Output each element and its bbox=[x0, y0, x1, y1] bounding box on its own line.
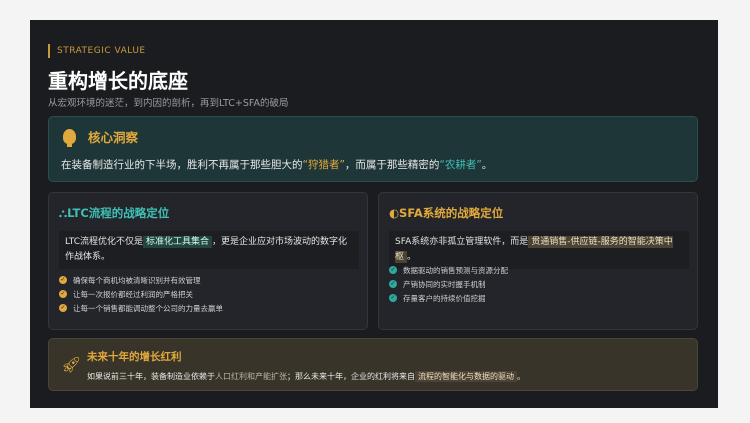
check-icon: ✓ bbox=[59, 276, 67, 284]
bonus-title: 未来十年的增长红利 bbox=[87, 351, 182, 363]
check-icon: ✓ bbox=[389, 294, 397, 302]
bonus-text-c: 。 bbox=[517, 372, 525, 381]
page-title: 重构增长的底座 bbox=[48, 69, 188, 93]
item-text: 确保每个商机均被清晰识别并有效管理 bbox=[73, 275, 201, 285]
ltc-card: ⛬LTC流程的战略定位 LTC流程优化不仅是 标准化工具集合 ，更是企业应对市场波动… bbox=[48, 192, 368, 330]
insight-farmer: “农耕者” bbox=[439, 159, 482, 171]
ltc-quote: LTC流程优化不仅是 标准化工具集合 ，更是企业应对市场波动的数字化作战体系。 bbox=[59, 231, 359, 269]
sfa-quote-b: 。 bbox=[407, 252, 417, 262]
ltc-quote-highlight: 标准化工具集合 bbox=[143, 236, 213, 248]
bonus-text: 如果说前三十年，装备制造业依赖于人口红利和产能扩张；那么未来十年，企业的红利将来… bbox=[87, 371, 525, 382]
insight-text-b: ，而属于那些精密的 bbox=[344, 159, 440, 171]
ltc-quote-a: LTC流程优化不仅是 bbox=[65, 237, 144, 247]
sfa-quote-a: SFA系统亦非孤立管理软件，而是 bbox=[395, 237, 529, 247]
bonus-text-b: ；那么未来十年，企业的红利将来自 bbox=[287, 372, 415, 381]
list-item: ✓ 让每一次报价都经过利润的严格把关 bbox=[59, 287, 223, 301]
check-icon: ✓ bbox=[59, 290, 67, 298]
growth-dividend-box: 🚀︎ 未来十年的增长红利 如果说前三十年，装备制造业依赖于人口红利和产能扩张；那… bbox=[48, 338, 698, 391]
item-text: 让每一次报价都经过利润的严格把关 bbox=[73, 289, 193, 299]
lightbulb-icon bbox=[63, 129, 76, 147]
insight-text-a: 在装备制造行业的下半场，胜利不再属于那些胆大的 bbox=[61, 159, 303, 171]
check-icon: ✓ bbox=[389, 266, 397, 274]
slide-panel: STRATEGIC VALUE 重构增长的底座 从宏观环境的迷茫，到内因的剖析，… bbox=[30, 20, 718, 408]
bonus-text-a: 如果说前三十年，装备制造业依赖于 bbox=[87, 372, 215, 381]
list-item: ✓ 数据驱动的销售预测与资源分配 bbox=[389, 263, 508, 277]
page-subtitle: 从宏观环境的迷茫，到内因的剖析，再到LTC+SFA的破局 bbox=[48, 98, 289, 109]
list-item: ✓ 让每一个销售都能调动整个公司的力量去赢单 bbox=[59, 301, 223, 315]
insight-title: 核心洞察 bbox=[88, 130, 139, 145]
list-item: ✓ 存量客户的持续价值挖掘 bbox=[389, 291, 508, 305]
ltc-title: ⛬LTC流程的战略定位 bbox=[59, 205, 169, 221]
rocket-icon: 🚀︎ bbox=[61, 355, 82, 374]
ltc-title-text: LTC流程的战略定位 bbox=[67, 206, 170, 220]
insight-text-c: 。 bbox=[481, 159, 493, 171]
sfa-title-text: SFA系统的战略定位 bbox=[399, 206, 504, 220]
item-text: 数据驱动的销售预测与资源分配 bbox=[403, 265, 508, 275]
insight-text: 在装备制造行业的下半场，胜利不再属于那些胆大的“狩猎者”，而属于那些精密的“农耕… bbox=[61, 157, 492, 172]
bonus-muted: 人口红利和产能扩张 bbox=[215, 372, 287, 381]
brain-icon: ◐ bbox=[389, 206, 400, 220]
core-insight-box: 核心洞察 在装备制造行业的下半场，胜利不再属于那些胆大的“狩猎者”，而属于那些精… bbox=[48, 116, 698, 182]
insight-hunter: “狩猎者” bbox=[302, 159, 345, 171]
sfa-title: ◐SFA系统的战略定位 bbox=[389, 205, 503, 221]
eyebrow-label: STRATEGIC VALUE bbox=[48, 44, 146, 58]
flow-icon: ⛬ bbox=[59, 206, 68, 220]
item-text: 让每一个销售都能调动整个公司的力量去赢单 bbox=[73, 303, 223, 313]
list-item: ✓ 产销协同的实时握手机制 bbox=[389, 277, 508, 291]
bonus-highlight: 流程的智能化与数据的驱动 bbox=[415, 371, 517, 382]
sfa-card: ◐SFA系统的战略定位 SFA系统亦非孤立管理软件，而是 贯通销售-供应链-服务的… bbox=[378, 192, 698, 330]
item-text: 存量客户的持续价值挖掘 bbox=[403, 293, 486, 303]
item-text: 产销协同的实时握手机制 bbox=[403, 279, 486, 289]
list-item: ✓ 确保每个商机均被清晰识别并有效管理 bbox=[59, 273, 223, 287]
check-icon: ✓ bbox=[59, 304, 67, 312]
check-icon: ✓ bbox=[389, 280, 397, 288]
